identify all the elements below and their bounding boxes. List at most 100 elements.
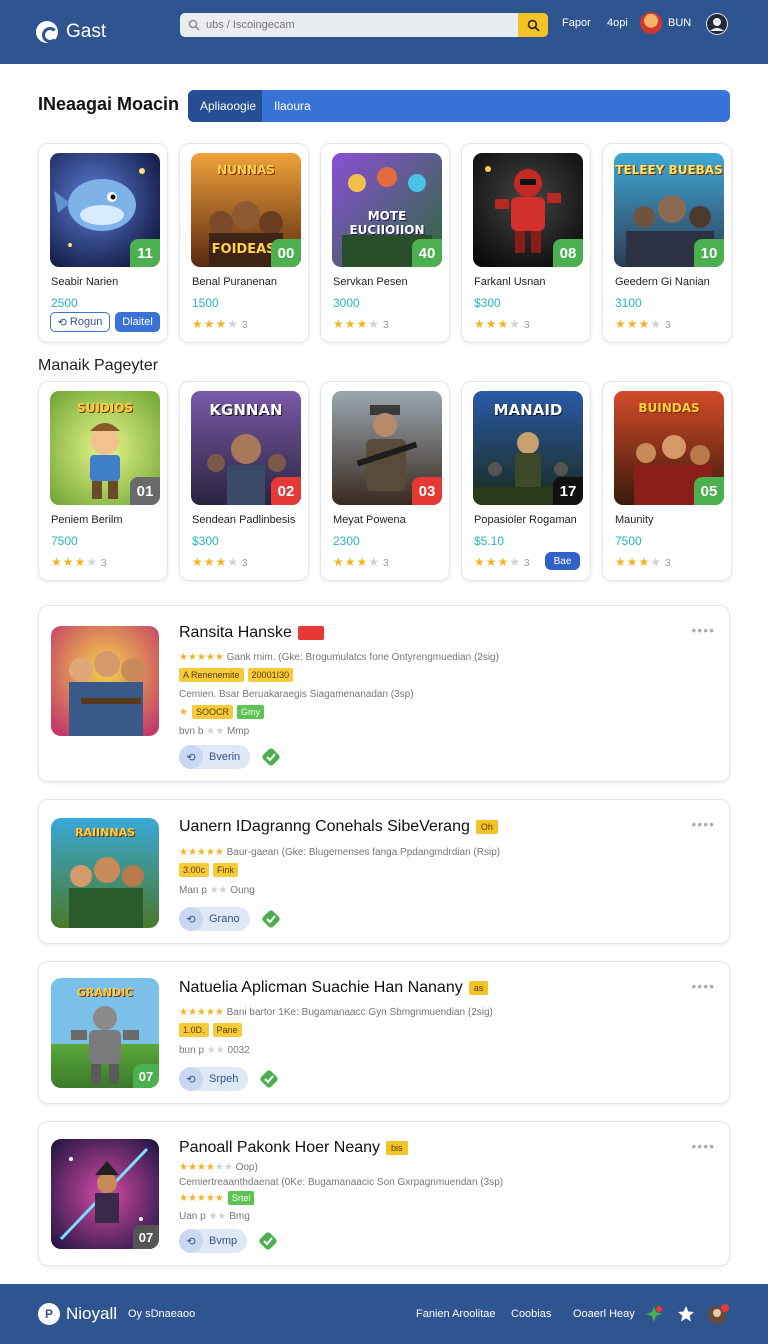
star-rating: ★★★★ 3	[192, 317, 249, 331]
app-name: Peniem Berilm	[51, 514, 123, 526]
tag: Srtel	[227, 1191, 255, 1205]
more-options-icon[interactable]: ••••	[691, 622, 715, 638]
tab-features[interactable]: Ilaoura	[262, 90, 323, 122]
rank-badge: 00	[271, 239, 301, 267]
rank-badge: 01	[130, 477, 160, 505]
action-button[interactable]: ⟲ Srpeh	[179, 1067, 249, 1091]
list-item[interactable]: Ransita Hanske •••• ★★★★★ Gank rnim. (Gk…	[38, 605, 730, 782]
app-card[interactable]: MANAID 17 Popasioler Rogaman $5.10 ★★★★ 3…	[461, 381, 591, 581]
list-item[interactable]: 07 Panoall Pakonk Hoer Neany bis •••• ★★★…	[38, 1121, 730, 1266]
more-options-icon[interactable]: ••••	[691, 816, 715, 832]
list-meta: Uan p ★★ Bmg	[179, 1211, 250, 1222]
star-rating: ★★★★ 3	[615, 555, 672, 569]
more-options-icon[interactable]: ••••	[691, 1138, 715, 1154]
list-title: Natuelia Aplicman Suachie Han Nanany as	[179, 979, 489, 997]
rank-badge: 17	[553, 477, 583, 505]
app-thumbnail: TELEEY BUEBAS 10	[614, 153, 724, 267]
app-thumbnail: 08	[473, 153, 583, 267]
app-card[interactable]: SUIDIOS 01 Peniem Berilm 7500 ★★★★ 3	[38, 381, 168, 581]
settings-icon[interactable]	[706, 13, 728, 35]
star-icon[interactable]	[677, 1305, 695, 1323]
app-grid-row-1: 11 Seabir Narien 2500 ⟲ Rogun Dlaitel FOI…	[38, 143, 732, 343]
footer-link[interactable]: Coobias	[511, 1308, 551, 1320]
tab-applications[interactable]: Apliaoogie	[188, 90, 262, 122]
thumbnail-title: BUINDAS	[638, 401, 700, 415]
app-grid-row-2: SUIDIOS 01 Peniem Berilm 7500 ★★★★ 3 KGNN…	[38, 381, 732, 581]
detail-button[interactable]: Dlaitel	[115, 312, 160, 332]
star-rating: ★★★★ 3	[474, 317, 531, 331]
tag-row: ★ SOOCR Gmy	[179, 705, 264, 719]
action-button[interactable]: ⟲ Grano	[179, 907, 250, 931]
profile-icon[interactable]	[706, 1303, 730, 1325]
app-logo[interactable]: Gast	[36, 21, 106, 43]
list-thumbnail	[51, 626, 159, 736]
star-rating: ★★★★ 3	[51, 555, 108, 569]
thumbnail-title: NUNNAS	[217, 163, 275, 177]
list-description: ★★★★★ Bani bartor 1Ke: Bugamanaacc Gyn S…	[179, 1007, 493, 1018]
action-button[interactable]: ⟲ Bverin	[179, 745, 251, 769]
logo-icon: P	[38, 1303, 60, 1325]
app-card[interactable]: FOIDEASI NUNNAS 00 Benal Puranenan 1500 …	[179, 143, 309, 343]
list-description: ★★★★★ Gank rnim. (Gke: Brogumulatcs fone…	[179, 652, 499, 663]
badge-button[interactable]: Bae	[545, 552, 580, 570]
list-item[interactable]: GRANDIC 07 Natuelia Aplicman Suachie Han…	[38, 961, 730, 1104]
thumbnail-title: TELEEY BUEBAS	[615, 163, 723, 177]
page-footer: P Nioyall Oy sDnaeaoo Fanien Aroolitae C…	[0, 1284, 768, 1344]
app-card[interactable]: TELEEY BUEBAS 10 Geedern Gi Nanian 3100 …	[602, 143, 732, 343]
tab-bar: Apliaoogie Ilaoura	[188, 90, 730, 122]
refresh-icon: ⟲	[179, 1229, 203, 1253]
app-thumbnail: 03	[332, 391, 442, 505]
list-description: ★★★★★ Baur-gaean (Gke: Blugemenses fanga…	[179, 847, 501, 858]
user-avatar[interactable]	[640, 12, 662, 34]
app-card[interactable]: 08 Farkanl Usnan $300 ★★★★ 3	[461, 143, 591, 343]
list-item[interactable]: RAIINNAS Uanern IDagranng Conehals SibeV…	[38, 799, 730, 944]
app-thumbnail: MOTE EUCIIOIION 40	[332, 153, 442, 267]
star-rating: ★★★★ 3	[615, 317, 672, 331]
nav-link-2[interactable]: 4opi	[607, 17, 628, 29]
footer-link[interactable]: Fanien Aroolitae	[416, 1308, 496, 1320]
app-card[interactable]: MOTE EUCIIOIION 40 Servkan Pesen 3000 ★★…	[320, 143, 450, 343]
app-thumbnail: MANAID 17	[473, 391, 583, 505]
flag-badge: bis	[386, 1141, 408, 1155]
refresh-icon: ⟲	[179, 1067, 203, 1091]
footer-logo[interactable]: P Nioyall	[38, 1303, 117, 1325]
list-meta: Man p ★★ Oung	[179, 885, 255, 896]
more-options-icon[interactable]: ••••	[691, 978, 715, 994]
search-button[interactable]	[518, 13, 548, 37]
app-thumbnail: BUINDAS 05	[614, 391, 724, 505]
app-thumbnail: SUIDIOS 01	[50, 391, 160, 505]
logo-icon	[36, 21, 58, 43]
app-card[interactable]: 11 Seabir Narien 2500 ⟲ Rogun Dlaitel	[38, 143, 168, 343]
star-rating: ★★★★ 3	[333, 555, 390, 569]
flag-badge: as	[468, 981, 489, 995]
app-price: 7500	[615, 534, 642, 548]
action-button[interactable]: ⟲ Bvmp	[179, 1229, 248, 1253]
check-icon	[262, 748, 280, 766]
app-price: 3100	[615, 296, 642, 310]
app-card[interactable]: BUINDAS 05 Maunity 7500 ★★★★ 3	[602, 381, 732, 581]
search-icon	[527, 19, 539, 31]
app-price: 7500	[51, 534, 78, 548]
app-name: Benal Puranenan	[192, 276, 278, 288]
app-thumbnail: KGNNAN 02	[191, 391, 301, 505]
nav-link-1[interactable]: Fapor	[562, 17, 591, 29]
tag-row: A Renenemite 20001I30	[179, 668, 294, 682]
app-price: 3000	[333, 296, 360, 310]
action-row: ⟲ Srpeh	[179, 1067, 279, 1091]
search-input[interactable]	[206, 19, 506, 31]
rogun-button[interactable]: ⟲ Rogun	[50, 312, 110, 332]
thumbnail-title: GRANDIC	[76, 986, 134, 999]
app-price: 2300	[333, 534, 360, 548]
share-icon[interactable]	[645, 1305, 663, 1323]
nav-link-3[interactable]: BUN	[668, 17, 691, 29]
search-icon	[188, 19, 200, 31]
rank-badge: 07	[133, 1225, 159, 1249]
footer-link[interactable]: Ooaerl Heay	[573, 1308, 635, 1320]
tag: A Renenemite	[179, 668, 244, 682]
app-card[interactable]: 03 Meyat Powena 2300 ★★★★ 3	[320, 381, 450, 581]
list-description: ★★★★★★ Oop)	[179, 1162, 258, 1173]
flag-icon	[297, 626, 324, 640]
app-card[interactable]: KGNNAN 02 Sendean Padlinbesis $300 ★★★★ 3	[179, 381, 309, 581]
refresh-icon: ⟲	[179, 745, 203, 769]
list-description: Cemiertreaanthdaenat (0Ke: Bugamanaacic …	[179, 1177, 504, 1188]
